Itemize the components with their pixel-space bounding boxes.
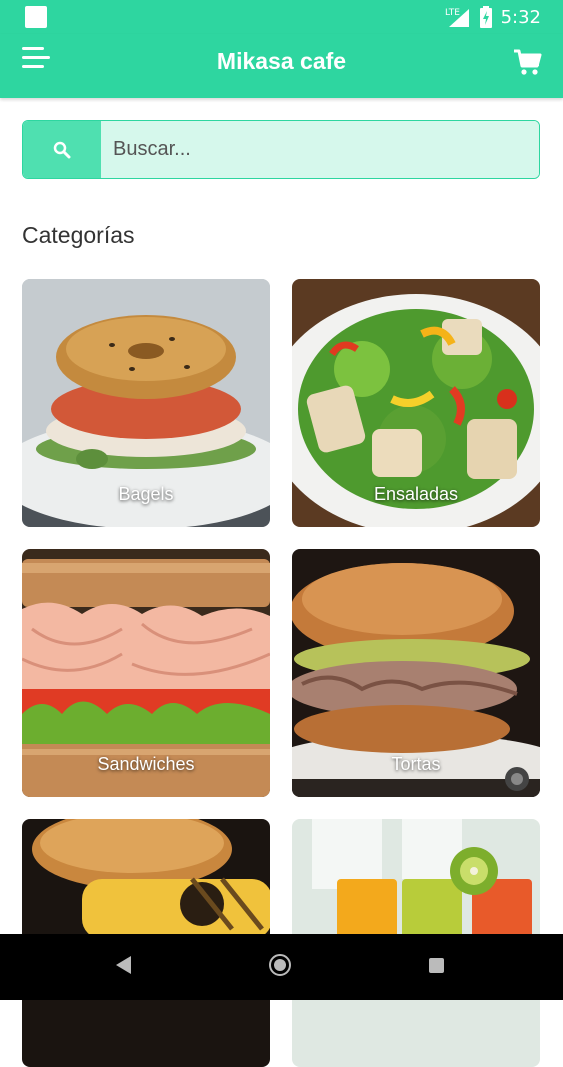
- category-card-bagels[interactable]: Bagels: [22, 279, 270, 527]
- categories-heading: Categorías: [22, 222, 135, 248]
- battery-icon: [479, 6, 492, 28]
- category-label: Tortas: [391, 754, 441, 774]
- recent-apps-icon[interactable]: [429, 958, 444, 973]
- app-bar: Mikasa cafe: [0, 34, 563, 98]
- category-card-ensaladas[interactable]: Ensaladas: [292, 279, 540, 527]
- category-card-sandwiches[interactable]: Sandwiches: [22, 549, 270, 797]
- cart-icon[interactable]: [513, 48, 543, 78]
- category-label: Bagels: [118, 484, 174, 504]
- home-icon[interactable]: [269, 954, 291, 976]
- network-type-label: LTE: [445, 8, 460, 18]
- search-icon: [53, 141, 71, 158]
- category-label: Sandwiches: [97, 754, 195, 774]
- search-button[interactable]: [23, 121, 101, 178]
- back-icon[interactable]: [116, 956, 131, 974]
- status-bar: LTE 5:32: [0, 0, 563, 34]
- app-title: Mikasa cafe: [216, 48, 347, 74]
- system-navigation-bar: [0, 934, 563, 1000]
- category-card-tortas[interactable]: Tortas: [292, 549, 540, 797]
- clock: 5:32: [500, 6, 541, 28]
- search-input[interactable]: [101, 121, 539, 178]
- category-label: Ensaladas: [373, 484, 459, 504]
- status-indicators: LTE 5:32: [445, 6, 541, 28]
- search-bar: [22, 120, 540, 179]
- notification-icon: [25, 6, 47, 28]
- signal-icon: LTE: [445, 8, 469, 27]
